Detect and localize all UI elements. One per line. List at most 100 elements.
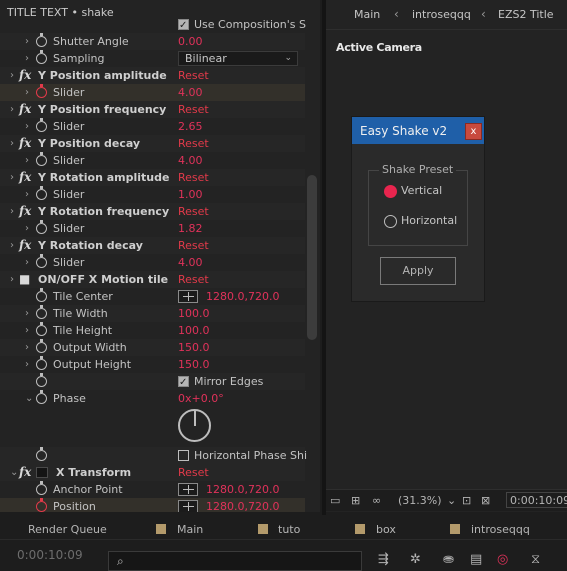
expand-arrow-icon[interactable]: › bbox=[10, 237, 14, 254]
chevron-down-icon[interactable]: ⌄ bbox=[447, 494, 456, 507]
region-icon[interactable]: ⊡ bbox=[462, 494, 471, 507]
fx-icon[interactable]: fx bbox=[19, 101, 31, 118]
tab-main[interactable]: Main bbox=[354, 8, 380, 21]
crosshair-icon[interactable] bbox=[178, 290, 198, 303]
expand-arrow-icon[interactable]: › bbox=[10, 271, 14, 288]
timeline-search-input[interactable]: ⌕ bbox=[108, 551, 362, 571]
expand-arrow-icon[interactable]: › bbox=[10, 67, 14, 84]
fx-icon[interactable]: fx bbox=[19, 237, 31, 254]
tab-ezs2-title[interactable]: EZS2 Title bbox=[498, 8, 554, 21]
draft-3d-icon[interactable]: ✲ bbox=[410, 552, 421, 567]
mirror-edges-checkbox[interactable] bbox=[178, 374, 189, 391]
sampling-dropdown[interactable]: Bilinear ⌄ bbox=[178, 51, 298, 66]
tab-tuto[interactable]: tuto bbox=[278, 523, 300, 536]
reset-link[interactable]: Reset bbox=[178, 203, 209, 220]
phase-dial[interactable] bbox=[178, 409, 211, 442]
expand-arrow-icon[interactable]: › bbox=[10, 203, 14, 220]
stopwatch-icon[interactable] bbox=[36, 356, 47, 370]
tab-render-queue[interactable]: Render Queue bbox=[28, 523, 107, 536]
radio-horizontal[interactable] bbox=[384, 215, 397, 228]
phase-shift-checkbox[interactable] bbox=[178, 450, 189, 461]
reset-link[interactable]: Reset bbox=[178, 271, 209, 288]
mask-icon[interactable]: ∞ bbox=[372, 494, 381, 507]
tab-introseqqq[interactable]: introseqqq bbox=[471, 523, 530, 536]
fx-icon[interactable]: fx bbox=[19, 464, 31, 481]
stopwatch-icon[interactable] bbox=[36, 152, 47, 166]
stopwatch-icon[interactable] bbox=[36, 186, 47, 200]
fx-icon[interactable]: fx bbox=[19, 169, 31, 186]
expand-arrow-icon[interactable]: › bbox=[25, 33, 29, 50]
stopwatch-icon[interactable] bbox=[36, 84, 47, 98]
stopwatch-icon[interactable] bbox=[36, 390, 47, 404]
property-value[interactable]: 1280.0,720.0 bbox=[206, 498, 279, 512]
property-value[interactable]: 1280.0,720.0 bbox=[206, 288, 279, 305]
stopwatch-icon[interactable] bbox=[36, 373, 47, 387]
stopwatch-icon[interactable] bbox=[36, 339, 47, 353]
apply-button[interactable]: Apply bbox=[380, 257, 456, 285]
composition-flow-icon[interactable]: ⇶ bbox=[378, 552, 389, 567]
tab-box[interactable]: box bbox=[376, 523, 396, 536]
property-value[interactable]: 2.65 bbox=[178, 118, 203, 135]
expand-arrow-icon[interactable]: › bbox=[25, 186, 29, 203]
reset-link[interactable]: Reset bbox=[178, 464, 209, 481]
radio-horizontal-label[interactable]: Horizontal bbox=[401, 214, 457, 227]
stopwatch-icon[interactable] bbox=[36, 322, 47, 336]
stopwatch-icon[interactable] bbox=[36, 305, 47, 319]
reset-link[interactable]: Reset bbox=[178, 237, 209, 254]
reset-link[interactable]: Reset bbox=[178, 67, 209, 84]
tab-main[interactable]: Main bbox=[177, 523, 203, 536]
expand-arrow-icon[interactable]: › bbox=[25, 339, 29, 356]
property-value[interactable]: 100.0 bbox=[178, 322, 210, 339]
effect-toggle-icon[interactable]: ■ bbox=[19, 271, 30, 288]
expand-arrow-icon[interactable]: › bbox=[25, 356, 29, 373]
tab-introseqqq[interactable]: introseqqq bbox=[412, 8, 471, 21]
shy-layers-icon[interactable]: ⛂ bbox=[443, 552, 454, 567]
motion-blur-icon[interactable]: ◎ bbox=[497, 552, 508, 567]
expand-arrow-icon[interactable]: › bbox=[25, 305, 29, 322]
radio-vertical[interactable] bbox=[384, 185, 397, 198]
expand-arrow-icon[interactable]: › bbox=[10, 135, 14, 152]
property-value[interactable]: 4.00 bbox=[178, 84, 203, 101]
stopwatch-icon[interactable] bbox=[36, 288, 47, 302]
scrollbar[interactable] bbox=[307, 175, 317, 340]
timeline-timecode[interactable]: 0:00:10:09 bbox=[17, 548, 83, 562]
reset-link[interactable]: Reset bbox=[178, 135, 209, 152]
fx-icon[interactable]: fx bbox=[19, 203, 31, 220]
property-value[interactable]: 150.0 bbox=[178, 339, 210, 356]
transparency-icon[interactable]: ⊠ bbox=[481, 494, 490, 507]
expand-arrow-icon[interactable]: › bbox=[25, 322, 29, 339]
reset-link[interactable]: Reset bbox=[178, 101, 209, 118]
expand-arrow-icon[interactable]: › bbox=[10, 169, 14, 186]
stopwatch-icon[interactable] bbox=[36, 50, 47, 64]
property-value[interactable]: 4.00 bbox=[178, 254, 203, 271]
expand-arrow-icon[interactable]: › bbox=[25, 50, 29, 67]
property-value[interactable]: 150.0 bbox=[178, 356, 210, 373]
property-value[interactable]: 4.00 bbox=[178, 152, 203, 169]
viewer-timecode[interactable]: 0:00:10:09 bbox=[506, 492, 567, 508]
stopwatch-icon[interactable] bbox=[36, 220, 47, 234]
property-value[interactable]: 1.00 bbox=[178, 186, 203, 203]
stopwatch-icon[interactable] bbox=[36, 447, 47, 461]
zoom-value[interactable]: (31.3%) bbox=[398, 494, 442, 507]
expand-arrow-icon[interactable]: › bbox=[25, 152, 29, 169]
expand-arrow-icon[interactable]: ⌄ bbox=[25, 390, 33, 407]
use-comp-checkbox[interactable] bbox=[178, 17, 189, 34]
stopwatch-icon[interactable] bbox=[36, 254, 47, 268]
stopwatch-icon[interactable] bbox=[36, 118, 47, 132]
radio-vertical-label[interactable]: Vertical bbox=[401, 184, 442, 197]
fx-icon[interactable]: fx bbox=[19, 67, 31, 84]
reset-link[interactable]: Reset bbox=[178, 169, 209, 186]
property-value[interactable]: 0.00 bbox=[178, 33, 203, 50]
property-value[interactable]: 0x+0.0° bbox=[178, 390, 224, 407]
property-value[interactable]: 1.82 bbox=[178, 220, 203, 237]
expand-arrow-icon[interactable]: › bbox=[25, 84, 29, 101]
stopwatch-icon[interactable] bbox=[36, 481, 47, 495]
fx-icon[interactable]: fx bbox=[19, 135, 31, 152]
monitor-icon[interactable]: ▭ bbox=[330, 494, 340, 507]
graph-editor-icon[interactable]: ⧖ bbox=[531, 552, 540, 567]
expand-arrow-icon[interactable]: ⌄ bbox=[10, 464, 18, 481]
crosshair-icon[interactable] bbox=[178, 483, 198, 496]
stopwatch-icon[interactable] bbox=[36, 33, 47, 47]
dialog-header[interactable]: Easy Shake v2 x bbox=[352, 117, 484, 144]
property-value[interactable]: 100.0 bbox=[178, 305, 210, 322]
